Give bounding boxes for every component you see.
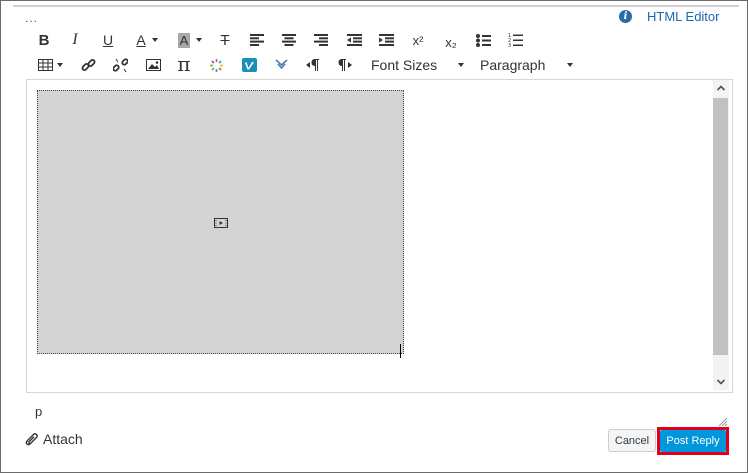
film-icon xyxy=(214,218,228,228)
scroll-up-button[interactable] xyxy=(713,80,729,96)
background-color-icon: A xyxy=(177,32,191,48)
resize-handle-icon[interactable] xyxy=(716,415,728,427)
divider xyxy=(13,5,739,7)
font-sizes-select[interactable]: Font Sizes xyxy=(371,57,437,73)
clear-formatting-icon: T xyxy=(220,31,230,49)
chevron-up-icon xyxy=(716,85,726,91)
superscript-button[interactable]: x² xyxy=(408,29,428,51)
chevron-down-icon[interactable] xyxy=(458,63,464,67)
paragraph-select[interactable]: Paragraph xyxy=(480,57,545,73)
text-color-button[interactable]: A xyxy=(131,29,163,51)
unlink-icon xyxy=(112,57,128,72)
chevron-down-icon xyxy=(56,63,63,67)
scroll-down-button[interactable] xyxy=(713,374,729,390)
html-editor-link[interactable]: HTML Editor xyxy=(647,9,719,24)
more-ellipsis[interactable]: ... xyxy=(25,11,38,25)
chevron-down-icon xyxy=(274,59,288,70)
image-button[interactable] xyxy=(144,54,162,76)
vimeo-button[interactable] xyxy=(240,54,258,76)
element-path: p xyxy=(35,404,43,419)
clear-formatting-button[interactable]: T xyxy=(215,29,235,51)
indent-icon xyxy=(378,34,394,46)
cancel-button[interactable]: Cancel xyxy=(608,429,656,452)
paragraph-rtl-icon xyxy=(338,59,352,71)
chevron-down-icon[interactable] xyxy=(567,63,573,67)
table-icon xyxy=(37,59,53,71)
collapse-button[interactable] xyxy=(272,54,290,76)
outdent-button[interactable] xyxy=(345,29,363,51)
image-icon xyxy=(145,59,161,71)
align-left-icon xyxy=(250,34,264,46)
scrollbar-thumb[interactable] xyxy=(713,98,728,355)
chevron-down-icon xyxy=(151,38,158,42)
attach-button[interactable]: Attach xyxy=(25,431,83,447)
media-embed-button[interactable] xyxy=(207,54,225,76)
bold-button[interactable]: B xyxy=(35,29,53,51)
ltr-button[interactable] xyxy=(304,54,322,76)
unlink-button[interactable] xyxy=(111,54,129,76)
bullet-list-icon xyxy=(475,33,491,47)
underline-button[interactable]: U xyxy=(99,29,117,51)
align-left-button[interactable] xyxy=(248,29,266,51)
align-center-icon xyxy=(282,34,296,46)
table-button[interactable] xyxy=(34,54,66,76)
background-color-button[interactable]: A xyxy=(173,29,207,51)
chevron-down-icon xyxy=(716,379,726,385)
svg-text:3: 3 xyxy=(508,43,511,47)
media-embed-icon xyxy=(209,58,223,72)
rtl-button[interactable] xyxy=(336,54,354,76)
outdent-icon xyxy=(346,34,362,46)
link-button[interactable] xyxy=(79,54,97,76)
numbered-list-icon: 123 xyxy=(508,33,523,47)
italic-button[interactable]: I xyxy=(66,29,84,51)
indent-button[interactable] xyxy=(377,29,395,51)
math-button[interactable]: π xyxy=(174,52,194,76)
text-cursor xyxy=(400,344,401,358)
align-right-icon xyxy=(314,34,328,46)
info-icon[interactable]: i xyxy=(619,10,632,23)
link-icon xyxy=(81,58,95,71)
chevron-down-icon xyxy=(196,38,203,42)
align-center-button[interactable] xyxy=(280,29,298,51)
paragraph-ltr-icon xyxy=(306,59,319,71)
bullet-list-button[interactable] xyxy=(474,29,492,51)
post-reply-button[interactable]: Post Reply xyxy=(660,430,726,452)
paperclip-icon xyxy=(25,432,38,445)
align-right-button[interactable] xyxy=(312,29,330,51)
subscript-button[interactable]: x₂ xyxy=(441,31,461,53)
text-color-icon: A xyxy=(136,32,146,48)
attach-label: Attach xyxy=(43,431,83,447)
vimeo-icon xyxy=(241,58,257,72)
numbered-list-button[interactable]: 123 xyxy=(506,29,524,51)
